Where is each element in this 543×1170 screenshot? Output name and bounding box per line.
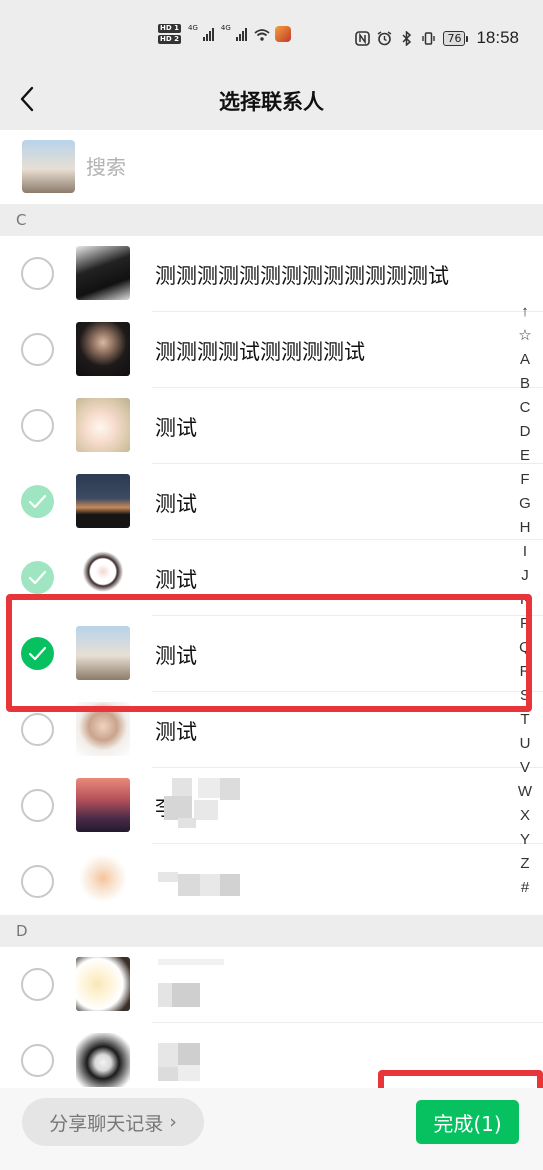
status-left: HD 1 HD 2 4G 4G xyxy=(158,24,291,44)
avatar xyxy=(76,778,130,832)
contact-name: 测试 xyxy=(155,416,197,440)
battery-icon: 76 xyxy=(443,30,469,46)
index-letter[interactable]: I xyxy=(523,540,527,564)
nfc-icon xyxy=(355,30,371,46)
index-letter[interactable]: A xyxy=(520,348,530,372)
checkbox[interactable] xyxy=(21,409,54,442)
index-letter[interactable]: H xyxy=(520,516,531,540)
privacy-mosaic xyxy=(158,953,242,1017)
hd-badges: HD 1 HD 2 xyxy=(158,24,181,44)
vibrate-icon xyxy=(422,31,436,45)
highlight-box-selected-contact xyxy=(6,594,532,712)
avatar xyxy=(76,1033,130,1087)
checkmark-icon xyxy=(28,570,47,585)
nav-bar: 选择联系人 xyxy=(0,72,543,130)
selected-contact-avatar[interactable] xyxy=(22,140,75,193)
contact-row[interactable] xyxy=(0,844,543,920)
checkmark-icon xyxy=(28,494,47,509)
status-right: 76 18:58 xyxy=(355,28,519,48)
index-letter[interactable]: F xyxy=(520,468,529,492)
contact-name: 测测测测测测测测测测测测测试 xyxy=(155,264,449,288)
index-letter[interactable]: V xyxy=(520,756,530,780)
checkbox[interactable] xyxy=(21,968,54,1001)
hd1-badge: HD 1 xyxy=(158,24,181,33)
index-letter[interactable]: Y xyxy=(520,828,530,852)
index-letter[interactable]: U xyxy=(520,732,531,756)
contact-row[interactable]: 测测测测测测测测测测测测测试 xyxy=(0,236,543,312)
sim1-network-label: 4G xyxy=(187,24,198,32)
index-letter[interactable]: ↑ xyxy=(521,300,529,324)
page-title: 选择联系人 xyxy=(219,90,324,114)
contact-row[interactable]: 测试 xyxy=(0,388,543,464)
bluetooth-icon xyxy=(402,30,412,46)
section-letter: C xyxy=(16,211,27,229)
index-letter[interactable]: # xyxy=(521,876,529,900)
sim2-network-label: 4G xyxy=(220,24,231,32)
bottom-bar: 分享聊天记录 › 完成(1) xyxy=(0,1088,543,1170)
index-letter[interactable]: E xyxy=(520,444,530,468)
avatar xyxy=(76,474,130,528)
index-letter[interactable]: X xyxy=(520,804,530,828)
checkbox[interactable] xyxy=(21,1044,54,1077)
share-chat-history-button[interactable]: 分享聊天记录 › xyxy=(22,1098,204,1146)
checkbox-checked-disabled xyxy=(21,485,54,518)
index-letter[interactable]: G xyxy=(519,492,531,516)
search-input[interactable] xyxy=(86,152,486,182)
avatar xyxy=(76,957,130,1011)
privacy-mosaic xyxy=(158,774,242,838)
checkbox[interactable] xyxy=(21,865,54,898)
index-letter[interactable]: ☆ xyxy=(518,324,531,348)
checkbox[interactable] xyxy=(21,333,54,366)
avatar xyxy=(76,246,130,300)
contact-name: 测试 xyxy=(155,720,197,744)
section-letter: D xyxy=(16,922,28,940)
share-chat-history-label: 分享聊天记录 xyxy=(49,1112,164,1135)
status-bar: HD 1 HD 2 4G 4G 76 18:58 xyxy=(0,0,543,72)
checkbox[interactable] xyxy=(21,713,54,746)
avatar xyxy=(76,854,130,908)
avatar xyxy=(76,398,130,452)
index-letter[interactable]: J xyxy=(521,564,529,588)
index-letter[interactable]: W xyxy=(518,780,532,804)
game-app-icon xyxy=(274,26,291,42)
checkbox[interactable] xyxy=(21,789,54,822)
alarm-icon xyxy=(378,30,392,45)
signal-icon xyxy=(202,27,214,41)
wifi-icon xyxy=(254,28,270,41)
checkbox[interactable] xyxy=(21,257,54,290)
section-header-c: C xyxy=(0,204,543,236)
index-letter[interactable]: B xyxy=(520,372,530,396)
hd2-badge: HD 2 xyxy=(158,35,181,44)
index-letter[interactable]: C xyxy=(520,396,531,420)
contact-name: 测试 xyxy=(155,492,197,516)
privacy-mosaic xyxy=(158,850,242,914)
index-letter[interactable]: D xyxy=(520,420,531,444)
contact-row[interactable]: 测测测测试测测测测试 xyxy=(0,312,543,388)
privacy-mosaic xyxy=(158,1029,242,1093)
avatar xyxy=(76,322,130,376)
contact-name: 测试 xyxy=(155,568,197,592)
search-bar xyxy=(0,130,543,204)
contact-row[interactable]: 测试 xyxy=(0,464,543,540)
chevron-right-icon: › xyxy=(169,1111,177,1133)
contact-row[interactable] xyxy=(0,947,543,1023)
section-header-d: D xyxy=(0,915,543,947)
clock: 18:58 xyxy=(476,28,519,47)
index-letter[interactable]: Z xyxy=(520,852,529,876)
contact-row[interactable]: 李 xyxy=(0,768,543,844)
contact-name: 测测测测试测测测测试 xyxy=(155,340,365,364)
signal-icon-2 xyxy=(235,27,247,41)
done-button[interactable]: 完成(1) xyxy=(416,1100,519,1144)
checkbox-checked-disabled xyxy=(21,561,54,594)
